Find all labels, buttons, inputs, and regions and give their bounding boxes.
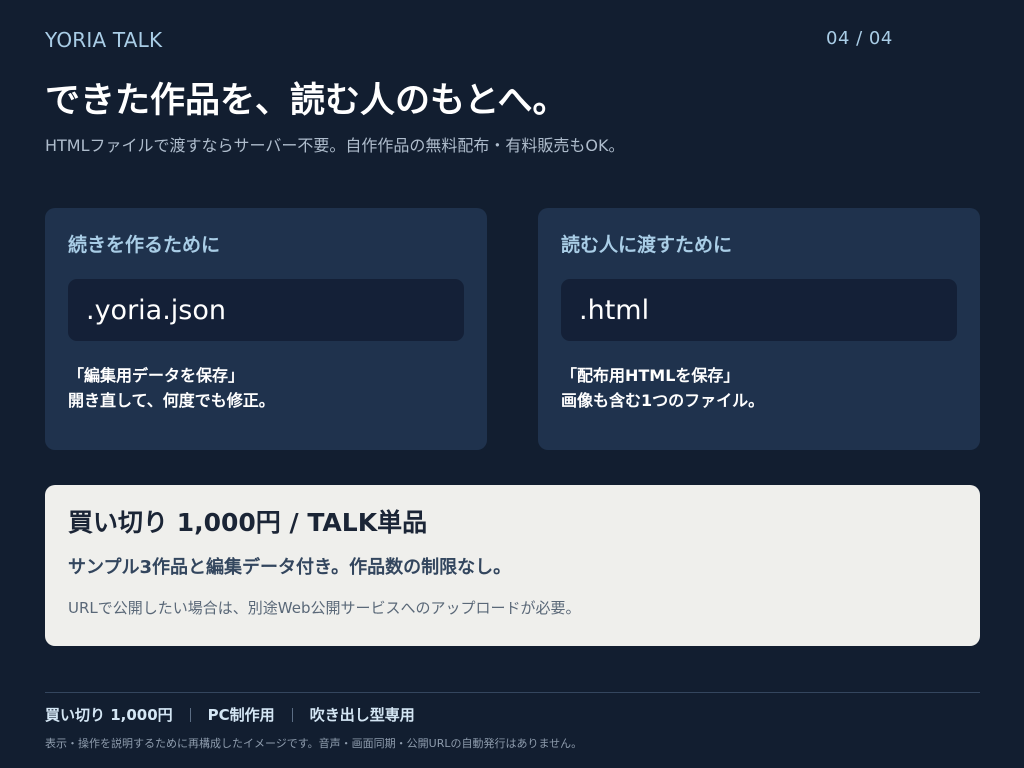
tag-separator (189, 707, 191, 722)
footer-tag: 吹き出し型専用 (309, 706, 415, 724)
footer-divider (45, 692, 980, 693)
file-extension-box: .yoria.json (68, 279, 464, 341)
card-description: 「配布用HTMLを保存」 画像も含む1つのファイル。 (561, 363, 957, 413)
tag-separator (291, 707, 293, 722)
page-title: できた作品を、読む人のもとへ。 (45, 81, 568, 121)
pricing-panel: 買い切り 1,000円 / TALK単品 サンプル3作品と編集データ付き。作品数… (45, 485, 980, 646)
footer-tag: 買い切り 1,000円 (45, 706, 173, 724)
brand-name: YORIA TALK (45, 28, 163, 52)
slide: YORIA TALK 04 / 04 できた作品を、読む人のもとへ。 HTMLフ… (0, 0, 1024, 768)
pricing-title: 買い切り 1,000円 / TALK単品 (68, 508, 428, 537)
pricing-note: URLで公開したい場合は、別途Web公開サービスへのアップロードが必要。 (68, 599, 581, 617)
footer-tag: PC制作用 (207, 706, 275, 724)
file-extension: .html (579, 294, 650, 326)
card-description-line: 画像も含む1つのファイル。 (561, 391, 765, 410)
card-edit-data: 続きを作るために .yoria.json 「編集用データを保存」 開き直して、何… (45, 208, 487, 450)
page-subtitle: HTMLファイルで渡すならサーバー不要。自作作品の無料配布・有料販売もOK。 (45, 136, 625, 155)
file-extension: .yoria.json (86, 294, 227, 326)
card-distribution-html: 読む人に渡すために .html 「配布用HTMLを保存」 画像も含む1つのファイ… (538, 208, 980, 450)
card-description-line: 「編集用データを保存」 (68, 366, 245, 385)
footer-tags: 買い切り 1,000円 PC制作用 吹き出し型専用 (45, 704, 415, 725)
card-heading: 続きを作るために (68, 234, 221, 256)
card-description: 「編集用データを保存」 開き直して、何度でも修正。 (68, 363, 464, 413)
file-extension-box: .html (561, 279, 957, 341)
card-heading: 読む人に渡すために (561, 234, 733, 256)
pricing-subtitle: サンプル3作品と編集データ付き。作品数の制限なし。 (68, 557, 512, 578)
card-description-line: 「配布用HTMLを保存」 (561, 366, 740, 385)
card-description-line: 開き直して、何度でも修正。 (68, 391, 275, 410)
footer-disclaimer: 表示・操作を説明するために再構成したイメージです。音声・画面同期・公開URLの自… (45, 737, 583, 750)
page-indicator: 04 / 04 (826, 28, 893, 49)
